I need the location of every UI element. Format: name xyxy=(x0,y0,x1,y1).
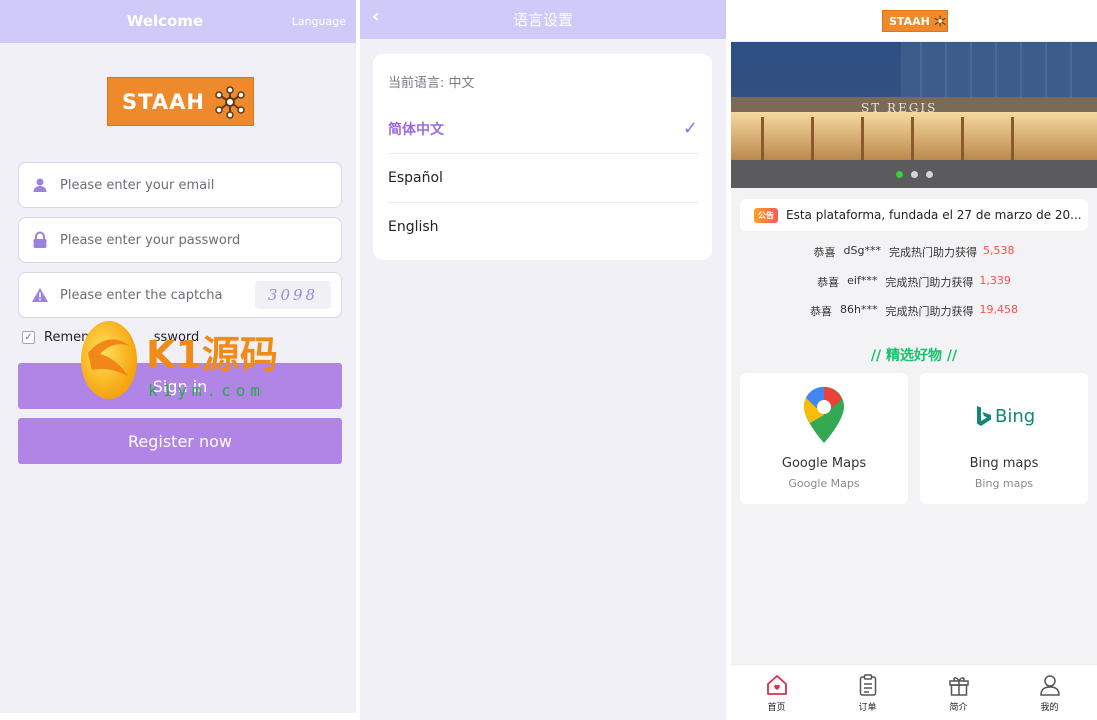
congrats-user: dSg*** xyxy=(843,244,881,257)
hotel-photo: ST REGIS xyxy=(731,42,1097,188)
tab-mine[interactable]: 我的 xyxy=(1004,665,1095,720)
bing-icon: Bing xyxy=(976,405,1035,427)
congrats-text: 完成热门助力获得 xyxy=(885,305,974,318)
register-button[interactable]: Register now xyxy=(18,418,342,464)
language-option-zh[interactable]: 简体中文 ✓ xyxy=(388,104,698,154)
logo-text: STAAH xyxy=(122,89,205,114)
tab-home[interactable]: 首页 xyxy=(731,665,822,720)
page-title: Welcome xyxy=(126,12,204,30)
password-field[interactable]: Please enter your password xyxy=(18,217,342,263)
home-header: STAAH xyxy=(731,0,1097,42)
user-icon xyxy=(31,176,49,194)
tab-label: 首页 xyxy=(767,703,786,713)
product-name: Google Maps xyxy=(781,456,867,471)
congrats-amount: 1,339 xyxy=(979,274,1011,287)
login-screen: Welcome Language STAAH Please enter your… xyxy=(0,0,356,713)
captcha-field[interactable]: Please enter the captcha 3098 xyxy=(18,272,342,318)
logo-text: STAAH xyxy=(889,14,930,28)
gift-icon xyxy=(948,677,969,696)
congrats-amount: 19,458 xyxy=(979,303,1018,316)
banner-dot[interactable] xyxy=(896,171,903,178)
remember-password[interactable]: ✓ Remem ssword xyxy=(22,330,199,345)
remember-checkbox[interactable]: ✓ xyxy=(22,331,35,344)
congrats-prefix: 恭喜 xyxy=(817,276,840,289)
notice-bar[interactable]: 公告 Esta plataforma, fundada el 27 de mar… xyxy=(740,199,1088,231)
password-placeholder: Please enter your password xyxy=(60,232,241,248)
congrats-row: 恭喜 eif*** 完成热门助力获得 1,339 xyxy=(731,274,1097,290)
banner-dots[interactable] xyxy=(896,171,933,178)
notice-text: Esta plataforma, fundada el 27 de marzo … xyxy=(786,208,1082,222)
language-card: 当前语言: 中文 简体中文 ✓ Español English xyxy=(373,54,712,260)
language-option-label: English xyxy=(388,219,439,235)
congrats-user: eif*** xyxy=(847,274,878,287)
congrats-amount: 5,538 xyxy=(982,244,1015,257)
product-card-bing-maps[interactable]: Bing Bing maps Bing maps xyxy=(920,373,1088,504)
staah-logo: STAAH xyxy=(107,77,254,126)
language-option-en[interactable]: English xyxy=(388,202,698,252)
login-header: Welcome Language xyxy=(0,0,356,43)
product-card-google-maps[interactable]: Google Maps Google Maps xyxy=(740,373,908,504)
language-header: ‹ 语言设置 xyxy=(360,0,726,39)
signin-button[interactable]: Sign in xyxy=(18,363,342,409)
product-name: Bing maps xyxy=(969,456,1039,471)
language-link[interactable]: Language xyxy=(292,15,346,28)
svg-text:ST REGIS: ST REGIS xyxy=(861,101,937,115)
tab-label: 我的 xyxy=(1040,703,1059,713)
check-icon: ✓ xyxy=(682,118,698,139)
clipboard-icon xyxy=(859,674,876,696)
staah-logo-small: STAAH xyxy=(882,10,948,32)
email-placeholder: Please enter your email xyxy=(60,177,215,193)
bing-logo-text: Bing xyxy=(995,405,1036,427)
banner-dot[interactable] xyxy=(926,171,933,178)
congrats-user: 86h*** xyxy=(840,303,878,316)
network-icon xyxy=(934,15,946,27)
home-screen: STAAH ST REGIS 公告 Esta plataforma, funda… xyxy=(731,0,1097,720)
google-maps-icon xyxy=(804,387,844,443)
user-icon xyxy=(1039,675,1060,696)
network-icon xyxy=(215,85,245,119)
email-field[interactable]: Please enter your email xyxy=(18,162,342,208)
congrats-row: 恭喜 dSg*** 完成热门助力获得 5,538 xyxy=(731,244,1097,260)
language-title: 语言设置 xyxy=(512,11,573,29)
tab-intro[interactable]: 简介 xyxy=(913,665,1004,720)
congrats-prefix: 恭喜 xyxy=(810,305,833,318)
congrats-row: 恭喜 86h*** 完成热门助力获得 19,458 xyxy=(731,303,1097,319)
notice-tag: 公告 xyxy=(754,207,778,223)
language-option-label: 简体中文 xyxy=(388,121,444,138)
product-sub: Google Maps xyxy=(788,477,860,490)
lock-icon xyxy=(31,231,49,249)
tab-label: 订单 xyxy=(858,703,877,713)
captcha-placeholder: Please enter the captcha xyxy=(60,287,223,303)
bottom-tab-bar: 首页 订单 简介 我的 xyxy=(731,664,1097,720)
language-option-label: Español xyxy=(388,169,443,186)
current-language: 当前语言: 中文 xyxy=(388,76,475,91)
remember-label-start: Remem xyxy=(44,330,94,345)
product-sub: Bing maps xyxy=(974,477,1034,490)
congrats-text: 完成热门助力获得 xyxy=(888,246,977,259)
banner-image[interactable]: ST REGIS xyxy=(731,42,1097,188)
banner-dot[interactable] xyxy=(911,171,918,178)
section-title: // 精选好物 // xyxy=(870,348,958,364)
tab-label: 简介 xyxy=(949,703,968,713)
congrats-prefix: 恭喜 xyxy=(813,246,836,259)
tab-orders[interactable]: 订单 xyxy=(822,665,913,720)
congrats-text: 完成热门助力获得 xyxy=(885,276,974,289)
captcha-image[interactable]: 3098 xyxy=(255,281,331,309)
language-screen: ‹ 语言设置 当前语言: 中文 简体中文 ✓ Español English xyxy=(360,0,726,720)
home-icon xyxy=(766,675,787,695)
warning-icon xyxy=(31,286,49,304)
language-option-es[interactable]: Español xyxy=(388,153,698,203)
remember-label-end: ssword xyxy=(153,330,200,345)
